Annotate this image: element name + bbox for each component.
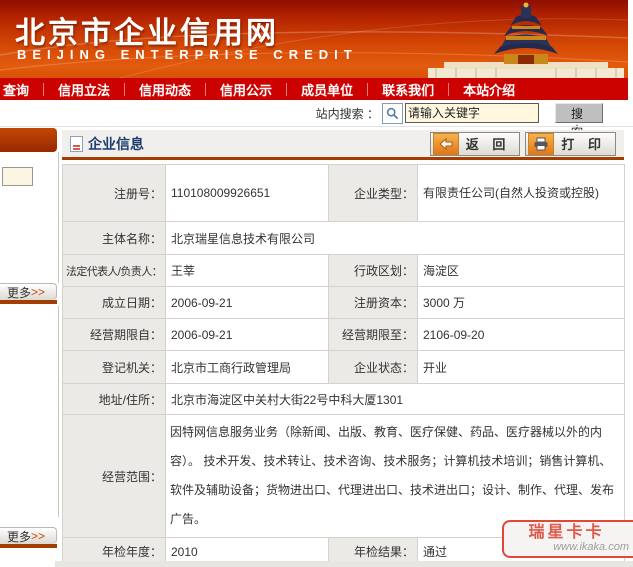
table-row: 地址/住所： 北京市海淀区中关村大街22号中科大厦1301 [62,383,625,415]
name-label: 主体名称： [62,221,166,255]
sidebar-divider-bottom [0,544,57,548]
nav-item-benzhanjieshao[interactable]: 本站介绍 [449,80,529,99]
header-banner: 北京市企业信用网 BEIJING ENTERPRISE CREDIT [0,0,628,78]
sidebar-more-link-top[interactable]: 更多 >> [0,283,57,300]
table-row: 成立日期： 2006-09-21 注册资本： 3000 万 [62,286,625,319]
site-title: 北京市企业信用网 [15,16,279,51]
watermark-url: www.ikaka.com [553,540,629,553]
search-submit-button[interactable]: 搜 索 [555,103,603,138]
authority-label: 登记机关： [62,350,166,384]
term-to-label: 经营期限至： [328,318,418,351]
term-to-value: 2106-09-20 [417,318,625,351]
reg-no-label: 注册号： [62,164,166,222]
search-label: 站内搜索 ： [315,106,379,121]
site-search-bar: 站内搜索 ： 搜 索 [0,100,633,138]
sidebar-more-link-bottom[interactable]: 更多 >> [0,527,57,544]
authority-value: 北京市工商行政管理局 [165,350,329,384]
type-label: 企业类型： [328,164,418,222]
magnifier-icon [386,107,399,119]
printer-icon [528,132,555,155]
nav-item-chengyuandanwei[interactable]: 成员单位 [287,80,367,99]
capital-label: 注册资本： [328,286,418,319]
address-label: 地址/住所： [62,383,166,415]
watermark-text: 瑞星卡卡 [528,523,605,541]
term-from-value: 2006-09-21 [165,318,329,351]
est-date-value: 2006-09-21 [165,286,329,319]
nav-item-lianxiwomen[interactable]: 联系我们 [368,80,448,99]
table-row: 经营期限自： 2006-09-21 经营期限至： 2106-09-20 [62,318,625,351]
more-label: 更多 [7,285,32,300]
more-arrow: >> [31,285,46,299]
print-button-label: 打 印 [561,137,606,152]
legal-rep-value: 王莘 [165,254,329,287]
term-from-label: 经营期限自： [62,318,166,351]
page-title: 企业信息 [88,135,144,152]
district-value: 海淀区 [417,254,625,287]
temple-of-heaven-illustration [428,2,624,78]
table-row: 登记机关： 北京市工商行政管理局 企业状态： 开业 [62,350,625,384]
table-row: 注册号： 110108009926651 企业类型： 有限责任公司(自然人投资或… [62,164,625,222]
rising-kaka-watermark: 瑞星卡卡 www.ikaka.com [502,520,633,558]
header-divider [0,126,633,127]
sidebar-input-fragment[interactable] [2,167,33,186]
district-label: 行政区划： [328,254,418,287]
print-button[interactable]: 打 印 [525,131,616,156]
sidebar-panel-bottom [0,306,59,517]
table-row: 主体名称： 北京瑞星信息技术有限公司 [62,221,625,255]
table-row: 法定代表人/负责人： 王莘 行政区划： 海淀区 [62,254,625,287]
address-value: 北京市海淀区中关村大街22号中科大厦1301 [165,383,625,415]
next-row-fragment [55,561,633,567]
content-title-bar: 企业信息 返 回 打 印 [62,130,624,160]
est-date-label: 成立日期： [62,286,166,319]
scope-label: 经营范围： [62,414,166,538]
back-icon [432,132,459,155]
enterprise-info-table: 注册号： 110108009926651 企业类型： 有限责任公司(自然人投资或… [62,164,625,566]
search-magnifier-button[interactable] [382,102,403,124]
back-button-label: 返 回 [465,137,511,152]
reg-no-value: 110108009926651 [165,164,329,222]
nav-item-xinyongdongtai[interactable]: 信用动态 [125,80,205,99]
status-value: 开业 [417,350,625,384]
nav-item-xinyonglifa[interactable]: 信用立法 [44,80,124,99]
document-icon [70,135,83,152]
name-value: 北京瑞星信息技术有限公司 [165,221,625,255]
search-input[interactable] [405,103,539,123]
back-button[interactable]: 返 回 [429,131,521,156]
status-label: 企业状态： [328,350,418,384]
capital-value: 3000 万 [417,286,625,319]
sidebar-divider-top [0,300,57,304]
more-arrow: >> [31,529,46,543]
legal-rep-label: 法定代表人/负责人： [62,254,166,287]
nav-item-chaxun[interactable]: 查询 [0,80,43,99]
type-value: 有限责任公司(自然人投资或控股) [417,164,625,222]
sidebar-section-header [0,128,57,152]
main-navigation: 查询 信用立法 信用动态 信用公示 成员单位 联系我们 本站介绍 [0,78,628,100]
site-subtitle: BEIJING ENTERPRISE CREDIT [17,47,358,62]
nav-item-xinyonggongshi[interactable]: 信用公示 [206,80,286,99]
more-label: 更多 [7,529,32,544]
